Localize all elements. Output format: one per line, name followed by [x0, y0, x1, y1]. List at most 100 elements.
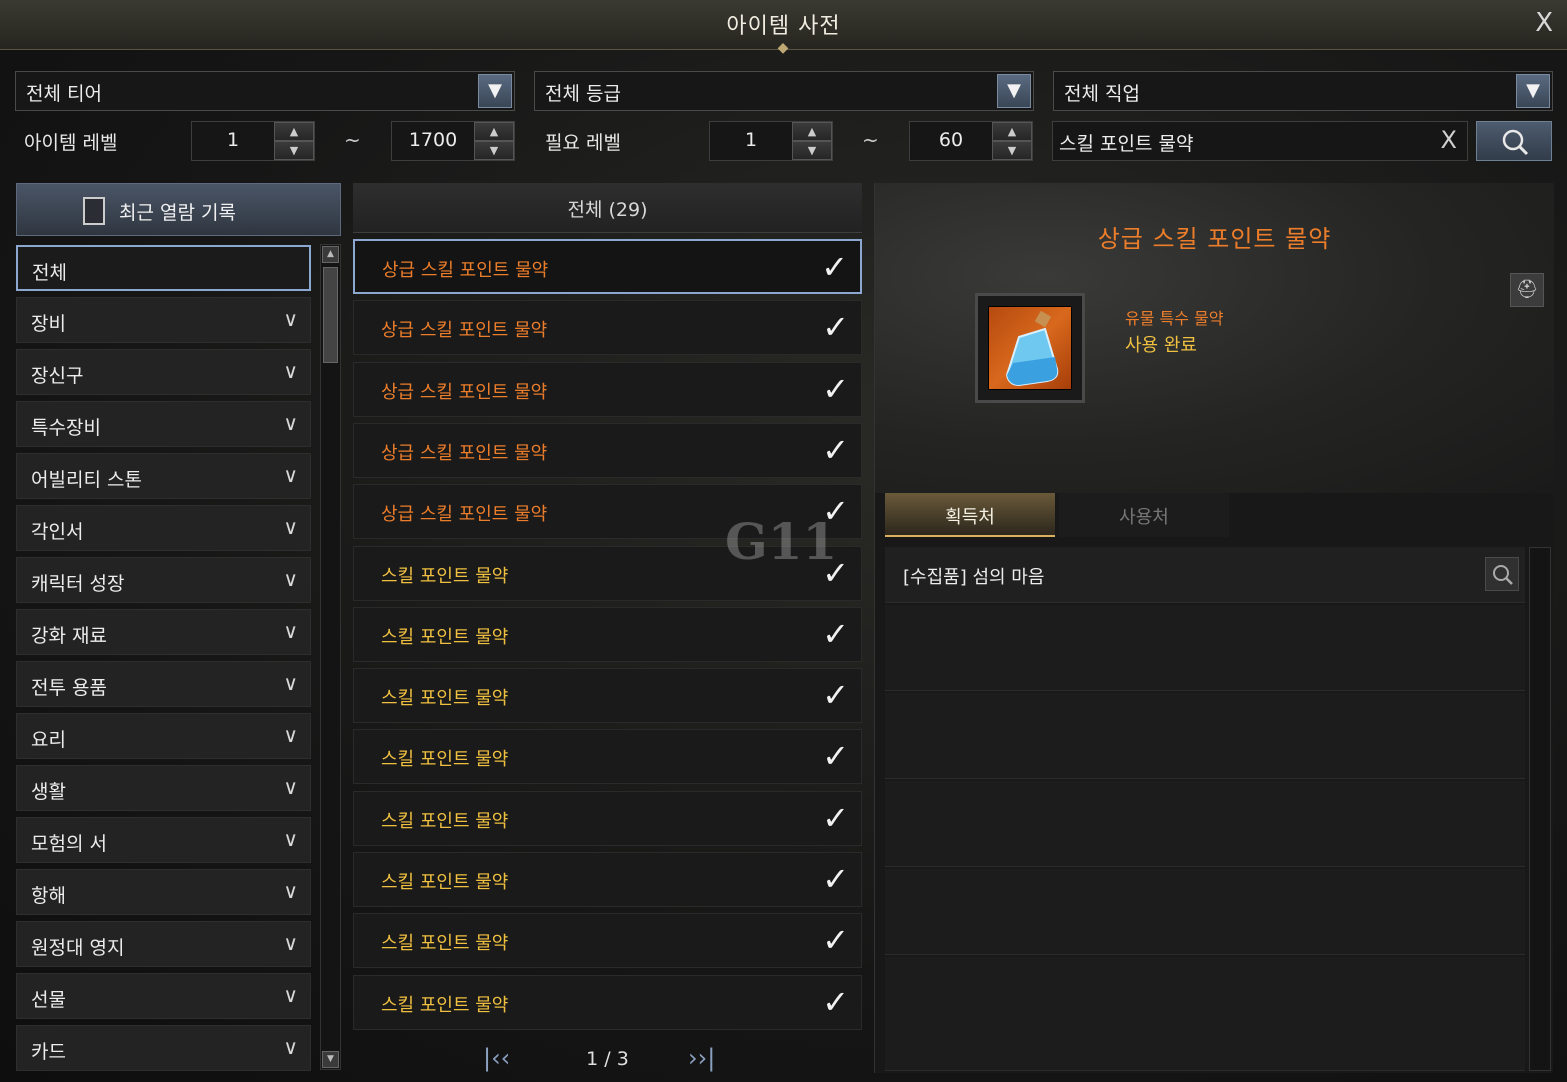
chevron-down-icon[interactable]: ▼	[1516, 74, 1550, 108]
watermark-logo: G11	[725, 512, 838, 571]
chevron-down-icon[interactable]: ∨	[283, 879, 298, 903]
list-header-label: 전체 (29)	[567, 199, 648, 221]
list-item[interactable]: 스킬 포인트 물약 ✓	[353, 606, 862, 662]
scroll-down-icon[interactable]: ▼	[322, 1051, 339, 1068]
chevron-down-icon[interactable]: ∨	[283, 359, 298, 383]
sidebar-category-label: 항해	[31, 885, 66, 907]
spin-down-icon[interactable]: ▼	[474, 141, 514, 160]
source-row-empty	[885, 869, 1525, 955]
item-level-min-stepper[interactable]: ▲ ▼	[274, 122, 314, 160]
spin-up-icon[interactable]: ▲	[274, 122, 314, 141]
item-detail-panel: 상급 스킬 포인트 물약 ⛑ 유물 특수 물약 사용 완료 획득처 사용처 [수…	[874, 183, 1554, 1073]
source-row[interactable]: [수집품] 섬의 마음	[885, 547, 1525, 603]
spin-down-icon[interactable]: ▼	[792, 141, 832, 160]
tab-acquire[interactable]: 획득처	[885, 493, 1055, 537]
scroll-thumb[interactable]	[323, 267, 338, 363]
recent-history-button[interactable]: 최근 열람 기록	[16, 183, 341, 236]
sidebar-category-label: 선물	[31, 989, 66, 1011]
list-item[interactable]: 스킬 포인트 물약 ✓	[353, 729, 862, 785]
list-item[interactable]: 스킬 포인트 물약 ✓	[353, 852, 862, 907]
item-level-max-input[interactable]: 1700 ▲ ▼	[391, 121, 515, 161]
req-level-min-input[interactable]: 1 ▲ ▼	[709, 121, 833, 161]
sidebar-category[interactable]: 특수장비 ∨	[16, 401, 311, 447]
sidebar-category[interactable]: 전체	[16, 245, 311, 291]
spin-up-icon[interactable]: ▲	[992, 122, 1032, 141]
tier-dropdown-label: 전체 티어	[26, 83, 102, 105]
sidebar-category[interactable]: 어빌리티 스톤 ∨	[16, 453, 311, 499]
list-item-label: 스킬 포인트 물약	[381, 872, 509, 893]
checkmark-icon: ✓	[822, 369, 849, 408]
sidebar-category[interactable]: 항해 ∨	[16, 869, 311, 915]
class-dropdown[interactable]: 전체 직업 ▼	[1053, 71, 1553, 111]
range-separator: ~	[344, 128, 361, 152]
sidebar-scrollbar[interactable]: ▲ ▼	[320, 244, 341, 1070]
item-level-min-input[interactable]: 1 ▲ ▼	[191, 121, 315, 161]
detail-scrollbar[interactable]	[1529, 547, 1551, 1071]
sidebar-category[interactable]: 원정대 영지 ∨	[16, 921, 311, 967]
sidebar-category[interactable]: 장비 ∨	[16, 297, 311, 343]
list-item[interactable]: 스킬 포인트 물약 ✓	[353, 668, 862, 724]
req-level-min-stepper[interactable]: ▲ ▼	[792, 122, 832, 160]
chevron-down-icon[interactable]: ∨	[283, 931, 298, 955]
tier-dropdown[interactable]: 전체 티어 ▼	[15, 71, 515, 111]
scroll-up-icon[interactable]: ▲	[322, 246, 339, 263]
spin-up-icon[interactable]: ▲	[474, 122, 514, 141]
req-level-max-stepper[interactable]: ▲ ▼	[992, 122, 1032, 160]
clear-search-button[interactable]: X	[1441, 126, 1457, 154]
sidebar-category-label: 전투 용품	[31, 677, 107, 699]
list-item-label: 상급 스킬 포인트 물약	[381, 442, 548, 464]
list-item[interactable]: 스킬 포인트 물약 ✓	[353, 974, 862, 1030]
chevron-down-icon[interactable]: ▼	[478, 74, 512, 108]
chevron-down-icon[interactable]: ∨	[283, 1035, 298, 1059]
sidebar-category[interactable]: 장신구 ∨	[16, 349, 311, 395]
tab-use[interactable]: 사용처	[1059, 493, 1229, 537]
helmet-icon[interactable]: ⛑	[1510, 273, 1544, 307]
list-item-label: 스킬 포인트 물약	[381, 626, 509, 648]
list-item[interactable]: 상급 스킬 포인트 물약 ✓	[353, 422, 862, 478]
sidebar-category[interactable]: 강화 재료 ∨	[16, 609, 311, 655]
chevron-down-icon[interactable]: ∨	[283, 723, 298, 747]
list-item[interactable]: 스킬 포인트 물약 ✓	[353, 790, 862, 846]
chevron-down-icon[interactable]: ∨	[283, 775, 298, 799]
item-type-label: 유물 특수 물약	[1125, 309, 1224, 328]
spin-up-icon[interactable]: ▲	[792, 122, 832, 141]
spin-down-icon[interactable]: ▼	[274, 141, 314, 160]
sidebar-category-label: 장비	[31, 313, 66, 335]
chevron-down-icon[interactable]: ∨	[283, 463, 298, 487]
list-item[interactable]: 스킬 포인트 물약 ✓	[353, 913, 862, 969]
sidebar-category-label: 캐릭터 성장	[31, 573, 125, 595]
item-icon-frame	[975, 293, 1085, 403]
search-icon[interactable]	[1485, 557, 1519, 591]
sidebar-category[interactable]: 요리 ∨	[16, 713, 311, 759]
search-icon	[1502, 129, 1529, 156]
chevron-down-icon[interactable]: ∨	[283, 619, 298, 643]
sidebar-category[interactable]: 전투 용품 ∨	[16, 661, 311, 707]
grade-dropdown[interactable]: 전체 등급 ▼	[534, 71, 1034, 111]
last-page-icon[interactable]: ››|	[688, 1044, 715, 1072]
search-input[interactable]: 스킬 포인트 물약 X	[1052, 121, 1468, 161]
chevron-down-icon[interactable]: ∨	[283, 307, 298, 331]
chevron-down-icon[interactable]: ∨	[283, 567, 298, 591]
list-item-label: 스킬 포인트 물약	[381, 565, 509, 587]
close-button[interactable]: X	[1535, 8, 1553, 38]
chevron-down-icon[interactable]: ∨	[283, 515, 298, 539]
title-ornament-icon: ◆	[777, 40, 789, 56]
chevron-down-icon[interactable]: ∨	[283, 983, 298, 1007]
req-level-max-input[interactable]: 60 ▲ ▼	[909, 121, 1033, 161]
search-button[interactable]	[1476, 121, 1552, 161]
sidebar-category[interactable]: 카드 ∨	[16, 1025, 311, 1071]
chevron-down-icon[interactable]: ∨	[283, 411, 298, 435]
spin-down-icon[interactable]: ▼	[992, 141, 1032, 160]
sidebar-category[interactable]: 모험의 서 ∨	[16, 817, 311, 863]
sidebar-category[interactable]: 선물 ∨	[16, 973, 311, 1019]
chevron-down-icon[interactable]: ▼	[997, 74, 1031, 108]
list-item[interactable]: 상급 스킬 포인트 물약 ✓	[353, 300, 862, 356]
list-item[interactable]: 상급 스킬 포인트 물약 ✓	[353, 361, 862, 417]
sidebar-category[interactable]: 캐릭터 성장 ∨	[16, 557, 311, 603]
sidebar-category[interactable]: 생활 ∨	[16, 765, 311, 811]
item-level-max-stepper[interactable]: ▲ ▼	[474, 122, 514, 160]
chevron-down-icon[interactable]: ∨	[283, 671, 298, 695]
sidebar-category[interactable]: 각인서 ∨	[16, 505, 311, 551]
list-item[interactable]: 상급 스킬 포인트 물약 ✓	[353, 239, 862, 294]
chevron-down-icon[interactable]: ∨	[283, 827, 298, 851]
